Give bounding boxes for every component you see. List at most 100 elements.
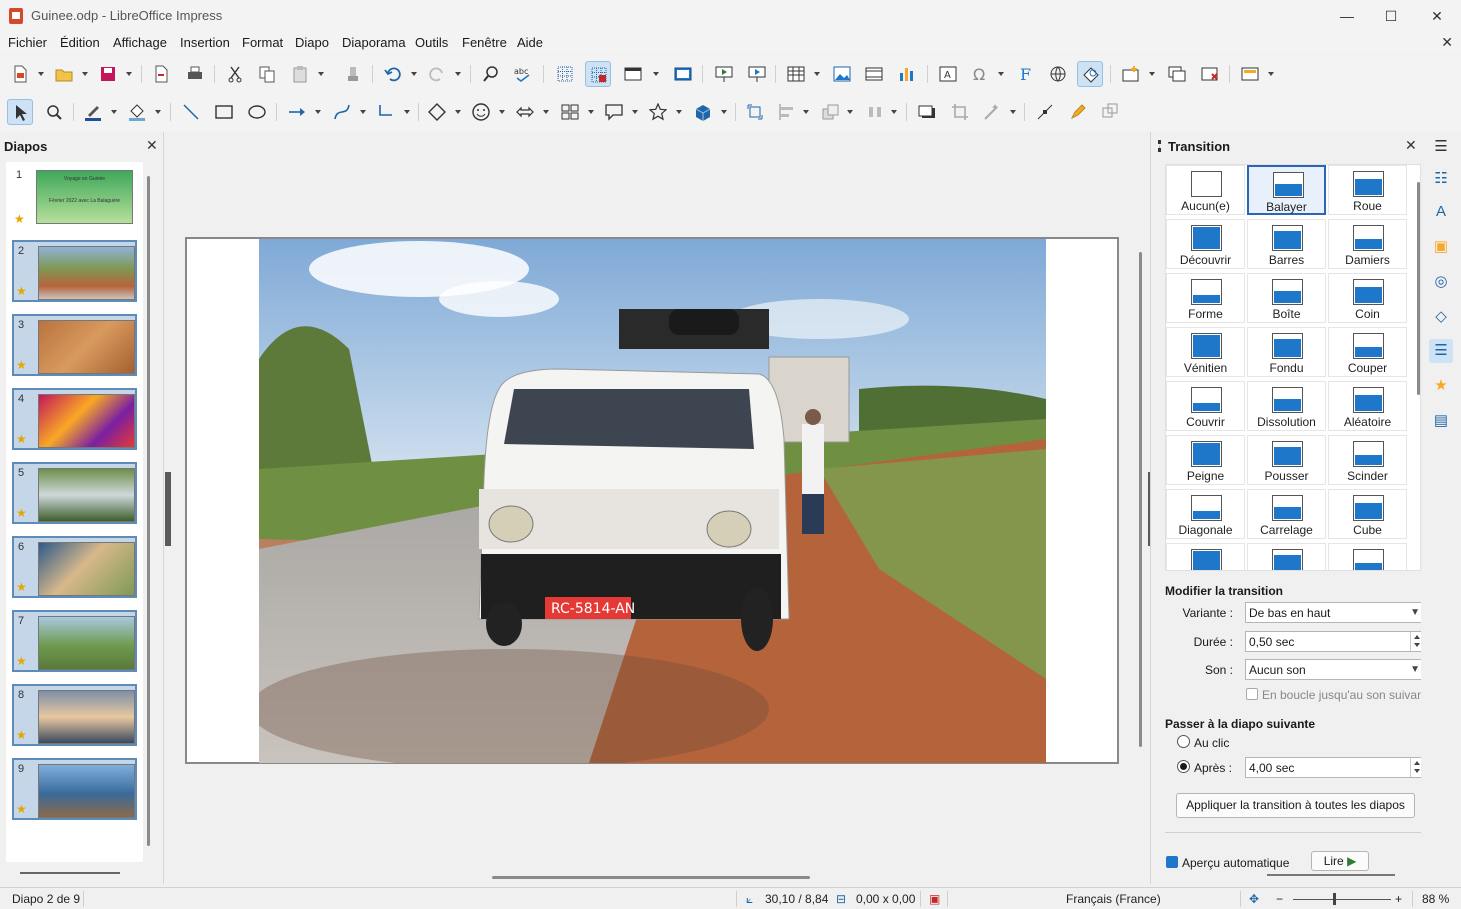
properties-deck-icon[interactable]: ☷	[1429, 167, 1453, 191]
start-from-current-icon[interactable]	[744, 61, 770, 87]
fill-color-icon[interactable]	[124, 99, 150, 125]
transition-d-couvrir[interactable]: Découvrir	[1166, 219, 1245, 269]
close-sidebar-icon[interactable]: ✕	[1405, 137, 1417, 154]
slide-thumbnail-2[interactable]: 2 ★	[12, 240, 137, 302]
transition-cube[interactable]: Cube	[1328, 489, 1407, 539]
maximize-button[interactable]: ☐	[1376, 4, 1406, 28]
align-dropdown-icon[interactable]	[800, 99, 812, 125]
stars-dropdown-icon[interactable]	[673, 99, 685, 125]
text-box-icon[interactable]: A	[935, 61, 961, 87]
transition-roue[interactable]: Roue	[1328, 165, 1407, 215]
master-slides-deck-icon[interactable]: ▤	[1429, 409, 1453, 433]
transition-peigne[interactable]: Peigne	[1166, 435, 1245, 485]
new-document-icon[interactable]	[7, 61, 33, 87]
display-views-icon[interactable]	[620, 61, 646, 87]
animation-deck-icon[interactable]: ★	[1429, 374, 1453, 398]
callout-dropdown-icon[interactable]	[629, 99, 641, 125]
open-icon[interactable]	[51, 61, 77, 87]
transition-bo-te[interactable]: Boîte	[1247, 273, 1326, 323]
save-icon[interactable]	[95, 61, 121, 87]
print-icon[interactable]	[182, 61, 208, 87]
slide-thumbnail-5[interactable]: 5 ★	[12, 462, 137, 524]
ellipse-icon[interactable]	[244, 99, 270, 125]
filter-icon[interactable]	[979, 99, 1005, 125]
menu-format[interactable]: Format	[242, 35, 283, 50]
collapse-left-panel-handle[interactable]	[165, 472, 171, 546]
distribute-icon[interactable]	[862, 99, 888, 125]
start-from-first-icon[interactable]	[711, 61, 737, 87]
glue-points-icon[interactable]	[1065, 99, 1091, 125]
display-grid-icon[interactable]	[552, 61, 578, 87]
paste-dropdown-icon[interactable]	[315, 61, 327, 87]
select-icon[interactable]	[7, 99, 33, 125]
rotate-icon[interactable]	[742, 99, 768, 125]
export-pdf-icon[interactable]	[148, 61, 174, 87]
image-icon[interactable]	[829, 61, 855, 87]
editor-horizontal-scrollbar[interactable]	[492, 876, 810, 879]
arrange-icon[interactable]	[818, 99, 844, 125]
play-button[interactable]: Lire ▶	[1311, 851, 1369, 871]
menu-diaporama[interactable]: Diaporama	[342, 35, 406, 50]
transition-dissolution[interactable]: Dissolution	[1247, 381, 1326, 431]
special-character-icon[interactable]: Ω	[967, 61, 993, 87]
align-objects-icon[interactable]	[774, 99, 800, 125]
arrange-dropdown-icon[interactable]	[844, 99, 856, 125]
styles-deck-icon[interactable]: A	[1429, 200, 1453, 224]
curves-dropdown-icon[interactable]	[357, 99, 369, 125]
delete-slide-icon[interactable]	[1197, 61, 1223, 87]
show-draw-functions-icon[interactable]	[1077, 61, 1103, 87]
slides-vertical-scrollbar[interactable]	[147, 176, 150, 846]
slide-transition-deck-icon[interactable]: ☰	[1429, 339, 1453, 363]
hyperlink-icon[interactable]	[1045, 61, 1071, 87]
transition-balayer[interactable]: Balayer	[1247, 165, 1326, 215]
table-dropdown-icon[interactable]	[811, 61, 823, 87]
slide-thumbnail-9[interactable]: 9 ★	[12, 758, 137, 820]
flowchart-dropdown-icon[interactable]	[585, 99, 597, 125]
menu-aide[interactable]: Aide	[517, 35, 543, 50]
zoom-out-icon[interactable]: −	[1276, 892, 1283, 906]
slide-thumbnail-1[interactable]: 1 ★ Voyage en Guinée Février 2022 avec La B…	[12, 166, 137, 228]
transition-gallery-scrollbar[interactable]	[1417, 182, 1420, 395]
save-dropdown-icon[interactable]	[123, 61, 135, 87]
sidebar-grip-icon[interactable]	[1158, 140, 1161, 152]
navigator-deck-icon[interactable]: ◎	[1429, 270, 1453, 294]
shadow-icon[interactable]	[914, 99, 940, 125]
zoom-in-icon[interactable]: +	[1395, 892, 1402, 906]
close-window-button[interactable]: ✕	[1422, 4, 1452, 28]
undo-dropdown-icon[interactable]	[408, 61, 420, 87]
special-character-dropdown-icon[interactable]	[995, 61, 1007, 87]
menu-edition[interactable]: Édition	[60, 35, 100, 50]
3d-objects-icon[interactable]	[690, 99, 716, 125]
transition-v-nitien[interactable]: Vénitien	[1166, 327, 1245, 377]
on-click-radio[interactable]	[1177, 735, 1190, 748]
new-slide-icon[interactable]	[1118, 61, 1144, 87]
lines-arrows-dropdown-icon[interactable]	[312, 99, 324, 125]
connectors-dropdown-icon[interactable]	[401, 99, 413, 125]
auto-preview-checkbox[interactable]	[1166, 856, 1178, 868]
filter-dropdown-icon[interactable]	[1007, 99, 1019, 125]
language-status[interactable]: Français (France)	[1066, 892, 1161, 906]
fontwork-icon[interactable]: F	[1012, 61, 1038, 87]
slide-canvas[interactable]: RC-5814-AN	[185, 237, 1119, 764]
transition-fondu[interactable]: Fondu	[1247, 327, 1326, 377]
symbol-shapes-dropdown-icon[interactable]	[496, 99, 508, 125]
toggle-extrusion-icon[interactable]	[1098, 99, 1124, 125]
menu-diapo[interactable]: Diapo	[295, 35, 329, 50]
after-time-spinbox[interactable]: 4,00 sec	[1245, 757, 1423, 778]
chart-icon[interactable]	[894, 61, 920, 87]
slide-thumbnail-7[interactable]: 7 ★	[12, 610, 137, 672]
symbol-shapes-icon[interactable]	[468, 99, 494, 125]
connectors-icon[interactable]	[373, 99, 399, 125]
slide-photo-van[interactable]: RC-5814-AN	[259, 239, 1046, 763]
transition-more[interactable]	[1247, 543, 1326, 570]
transition-damiers[interactable]: Damiers	[1328, 219, 1407, 269]
apply-to-all-slides-button[interactable]: Appliquer la transition à toutes les dia…	[1176, 793, 1415, 818]
zoom-slider[interactable]	[1293, 899, 1391, 900]
redo-icon[interactable]	[424, 61, 450, 87]
slide-thumbnail-8[interactable]: 8 ★	[12, 684, 137, 746]
transition-diagonale[interactable]: Diagonale	[1166, 489, 1245, 539]
transition-al-atoire[interactable]: Aléatoire	[1328, 381, 1407, 431]
duration-spinbox[interactable]: 0,50 sec	[1245, 631, 1423, 652]
redo-dropdown-icon[interactable]	[452, 61, 464, 87]
transition-aucun-e-[interactable]: Aucun(e)	[1166, 165, 1245, 215]
